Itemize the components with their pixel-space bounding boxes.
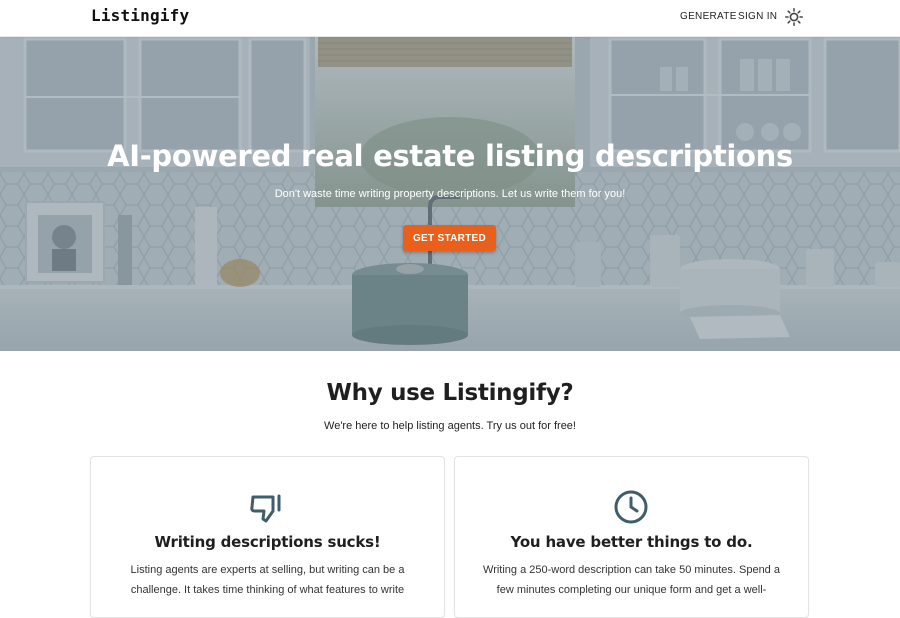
sun-icon: [785, 8, 803, 26]
theme-toggle-button[interactable]: [784, 7, 804, 27]
nav-sign-in-link[interactable]: SIGN IN: [738, 11, 777, 22]
clock-icon: [614, 490, 648, 524]
nav-generate-link[interactable]: GENERATE: [680, 11, 737, 22]
card-title: You have better things to do.: [510, 533, 753, 551]
feature-card: Writing descriptions sucks! Listing agen…: [90, 456, 445, 618]
feature-card: You have better things to do. Writing a …: [454, 456, 809, 618]
hero-section: AI-powered real estate listing descripti…: [0, 37, 900, 351]
card-text: Listing agents are experts at selling, b…: [130, 564, 405, 596]
get-started-button[interactable]: GET STARTED: [403, 225, 496, 251]
hero-title: AI-powered real estate listing descripti…: [107, 139, 793, 173]
hero-subtitle: Don't waste time writing property descri…: [274, 188, 626, 200]
section-title: Why use Listingify?: [326, 380, 574, 406]
section-subtitle: We're here to help listing agents. Try u…: [324, 420, 576, 432]
top-navbar: Listingify GENERATE SIGN IN: [0, 0, 900, 36]
card-title: Writing descriptions sucks!: [154, 533, 381, 551]
logo[interactable]: Listingify: [91, 6, 189, 25]
thumbs-down-icon: [250, 494, 281, 523]
card-text: Writing a 250-word description can take …: [483, 564, 780, 596]
